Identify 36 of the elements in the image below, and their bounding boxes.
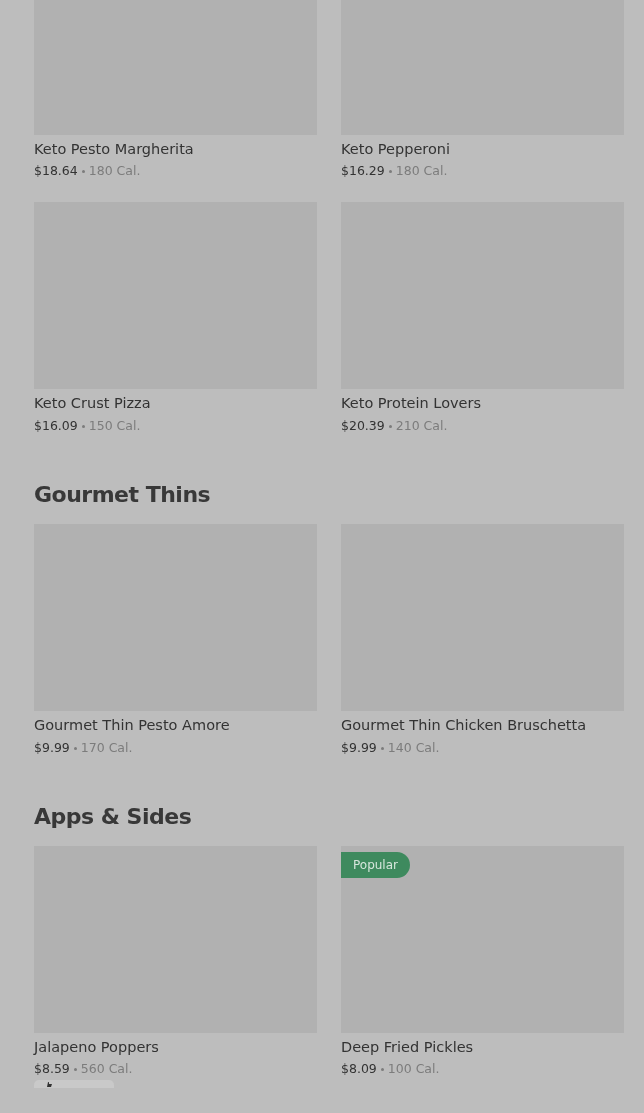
item-name: Gourmet Thin Chicken Bruschetta — [341, 717, 588, 735]
item-calories: 150 Cal. — [88, 417, 141, 433]
separator-dot — [73, 1068, 77, 1072]
separator-dot — [73, 746, 77, 750]
item-calories: 100 Cal. — [387, 1061, 440, 1077]
separator-dot — [380, 1068, 384, 1072]
item-price: $16.09 — [34, 417, 78, 433]
item-calories: 170 Cal. — [80, 739, 133, 755]
item-price: $16.29 — [341, 163, 385, 179]
popular-badge: Popular — [341, 851, 410, 878]
separator-dot — [388, 424, 392, 428]
separator-dot — [380, 746, 384, 750]
item-calories: 560 Cal. — [80, 1061, 133, 1077]
item-calories: 180 Cal. — [88, 163, 141, 179]
separator-dot — [81, 170, 85, 174]
item-name: Keto Pepperoni — [341, 141, 452, 159]
item-calories: 210 Cal. — [395, 417, 448, 433]
item-price: $9.99 — [34, 739, 70, 755]
item-name: Keto Protein Lovers — [341, 395, 483, 413]
item-name: Gourmet Thin Pesto Amore — [34, 717, 231, 735]
item-name: Keto Crust Pizza — [34, 395, 152, 413]
item-calories: 180 Cal. — [395, 163, 448, 179]
item-calories: 140 Cal. — [387, 739, 440, 755]
separator-dot — [388, 170, 392, 174]
item-price: $20.39 — [341, 417, 385, 433]
section-heading: Gourmet Thins — [34, 481, 212, 509]
item-name: Deep Fried Pickles — [341, 1038, 475, 1057]
item-name: Jalapeno Poppers — [34, 1038, 160, 1057]
item-price: $18.64 — [34, 163, 78, 179]
item-price: $8.09 — [341, 1061, 377, 1077]
thumbs-up-icon — [44, 1081, 52, 1088]
separator-dot — [81, 424, 85, 428]
item-name: Keto Pesto Margherita — [34, 141, 195, 159]
section-heading: Apps & Sides — [34, 803, 193, 830]
item-price: $8.59 — [34, 1061, 70, 1077]
item-price: $9.99 — [341, 739, 377, 755]
